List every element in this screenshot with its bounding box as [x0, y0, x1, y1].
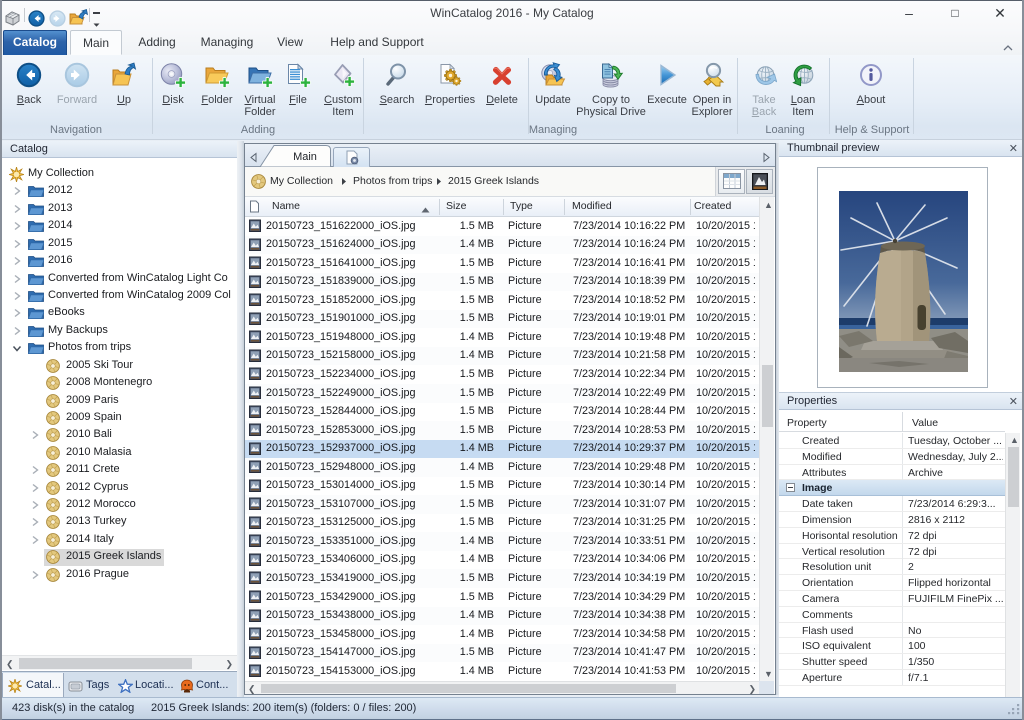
svg-text:Main: Main [293, 151, 317, 163]
